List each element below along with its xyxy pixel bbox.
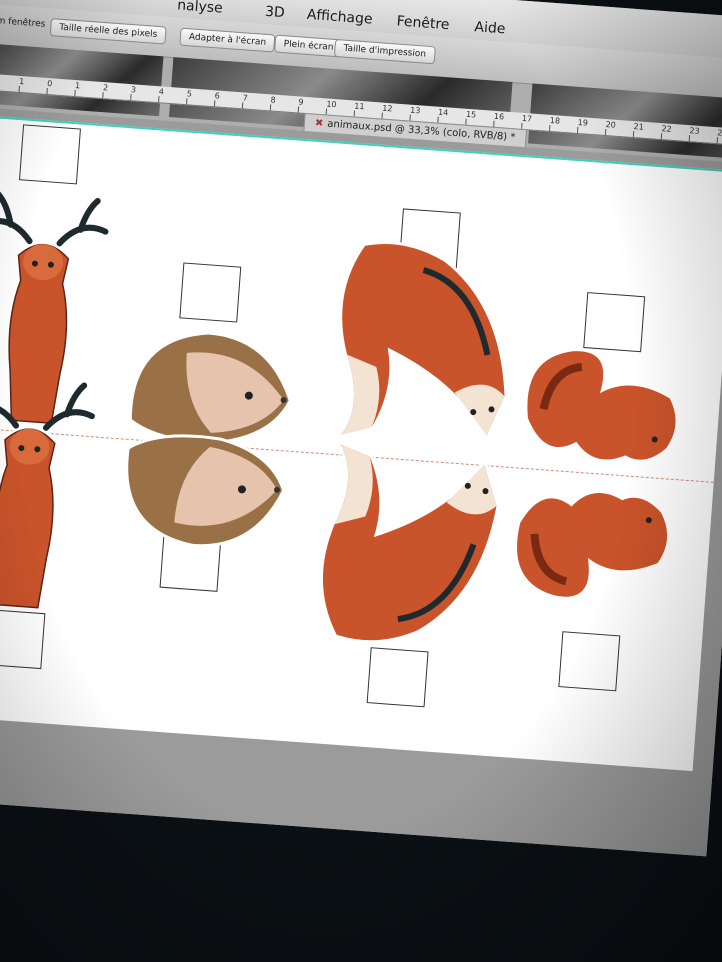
ruler-tick: 15 — [465, 109, 477, 120]
ruler-tick: 23 — [689, 126, 700, 136]
ruler-tick: 8 — [270, 95, 276, 105]
menu-aide[interactable]: Aide — [474, 19, 506, 37]
ruler-tick: 2 — [102, 83, 109, 93]
hedgehog-illustration — [111, 309, 300, 581]
squirrel-illustration — [504, 338, 693, 620]
ruler-tick: 10 — [326, 99, 337, 110]
menu-analyse[interactable]: nalyse — [177, 0, 224, 17]
menu-fenetre[interactable]: Fenêtre — [396, 13, 450, 33]
print-size-button[interactable]: Taille d'impression — [333, 38, 436, 65]
ruler-tick: 17 — [521, 113, 533, 124]
ruler-tick: 3 — [130, 85, 137, 95]
canvas-area[interactable] — [0, 105, 722, 857]
close-tab-icon[interactable]: ✖ — [315, 118, 324, 130]
ruler-tick: 22 — [661, 124, 672, 134]
squirrel-bottom — [514, 490, 670, 600]
ruler-tick: 1 — [18, 76, 25, 87]
ruler-tick: 18 — [549, 115, 561, 126]
ruler-tick: 13 — [409, 105, 421, 116]
deer-top — [0, 190, 109, 427]
paper-tab — [558, 631, 621, 692]
monitor-screen: nalyse 3D Affichage Fenêtre Aide oom fen… — [0, 0, 722, 857]
ruler-tick: 0 — [46, 78, 53, 89]
ruler-tick: 1 — [74, 81, 81, 91]
ruler-tick: 21 — [633, 122, 645, 132]
ruler-tick: 24 — [717, 128, 722, 138]
menu-affichage[interactable]: Affichage — [306, 7, 373, 28]
fox-top — [333, 241, 508, 442]
fox-illustration — [295, 233, 525, 667]
hedgehog-bottom — [125, 434, 286, 548]
deer-illustration — [0, 172, 124, 622]
ruler-tick: 19 — [577, 117, 589, 128]
ruler-tick: 14 — [437, 107, 449, 118]
zoom-windows-label[interactable]: oom fenêtres — [0, 15, 46, 29]
ruler-tick: 9 — [298, 97, 304, 107]
ruler-tick: 16 — [493, 111, 505, 122]
actual-pixels-button[interactable]: Taille réelle des pixels — [49, 18, 167, 45]
ruler-tick: 5 — [186, 89, 193, 99]
ruler-tick: 4 — [158, 87, 165, 97]
ruler-tick: 20 — [605, 120, 617, 130]
artboard[interactable] — [0, 115, 722, 772]
ruler-tick: 7 — [242, 93, 249, 103]
fit-screen-button[interactable]: Adapter à l'écran — [179, 27, 276, 53]
ruler-tick: 12 — [381, 103, 393, 114]
squirrel-top — [524, 348, 679, 463]
ruler-tick: 11 — [354, 101, 365, 112]
paper-tab — [0, 609, 46, 670]
hedgehog-top — [128, 331, 292, 444]
full-screen-button[interactable]: Plein écran — [274, 34, 344, 58]
menu-3d[interactable]: 3D — [264, 4, 285, 21]
fox-bottom — [319, 438, 500, 644]
ruler-tick: 6 — [214, 91, 221, 101]
